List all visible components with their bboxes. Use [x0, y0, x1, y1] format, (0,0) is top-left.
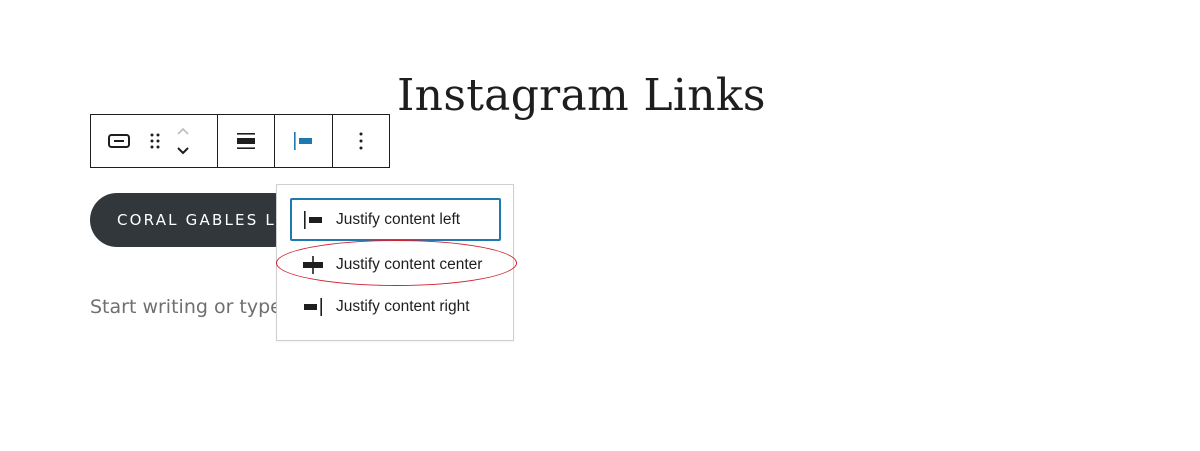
drag-handle-icon: [150, 133, 160, 149]
block-type-button[interactable]: [91, 115, 147, 167]
justify-left-icon: [294, 132, 313, 150]
move-up-icon[interactable]: [176, 127, 190, 136]
menu-item-label: Justify content left: [336, 210, 461, 228]
toolbar-group-block: [91, 115, 217, 167]
menu-item-justify-center[interactable]: Justify content center: [290, 243, 501, 286]
move-buttons: [163, 115, 203, 167]
block-toolbar: [90, 114, 390, 168]
align-button[interactable]: [218, 115, 274, 167]
menu-item-justify-right[interactable]: Justify content right: [290, 285, 501, 328]
page-title: Instagram Links: [397, 70, 766, 121]
toolbar-group-more: [331, 115, 389, 167]
button-block-icon: [108, 134, 130, 148]
menu-item-label: Justify content center: [336, 255, 483, 273]
button-block[interactable]: CORAL GABLES LO: [90, 193, 300, 247]
drag-handle-button[interactable]: [147, 115, 163, 167]
justify-left-icon: [304, 210, 322, 229]
justify-center-icon: [303, 255, 323, 274]
paragraph-placeholder[interactable]: Start writing or type: [90, 296, 282, 318]
more-options-icon: [359, 132, 363, 150]
align-icon: [236, 133, 255, 149]
toolbar-group-align: [216, 115, 274, 167]
more-options-button[interactable]: [333, 115, 389, 167]
justify-button[interactable]: [275, 115, 331, 167]
justify-right-icon: [304, 297, 322, 316]
menu-item-label: Justify content right: [336, 297, 470, 315]
menu-item-justify-left[interactable]: Justify content left: [290, 198, 501, 241]
justify-dropdown: Justify content left Justify content cen…: [276, 184, 514, 341]
toolbar-group-justify: [274, 115, 331, 167]
move-down-icon[interactable]: [176, 146, 190, 155]
